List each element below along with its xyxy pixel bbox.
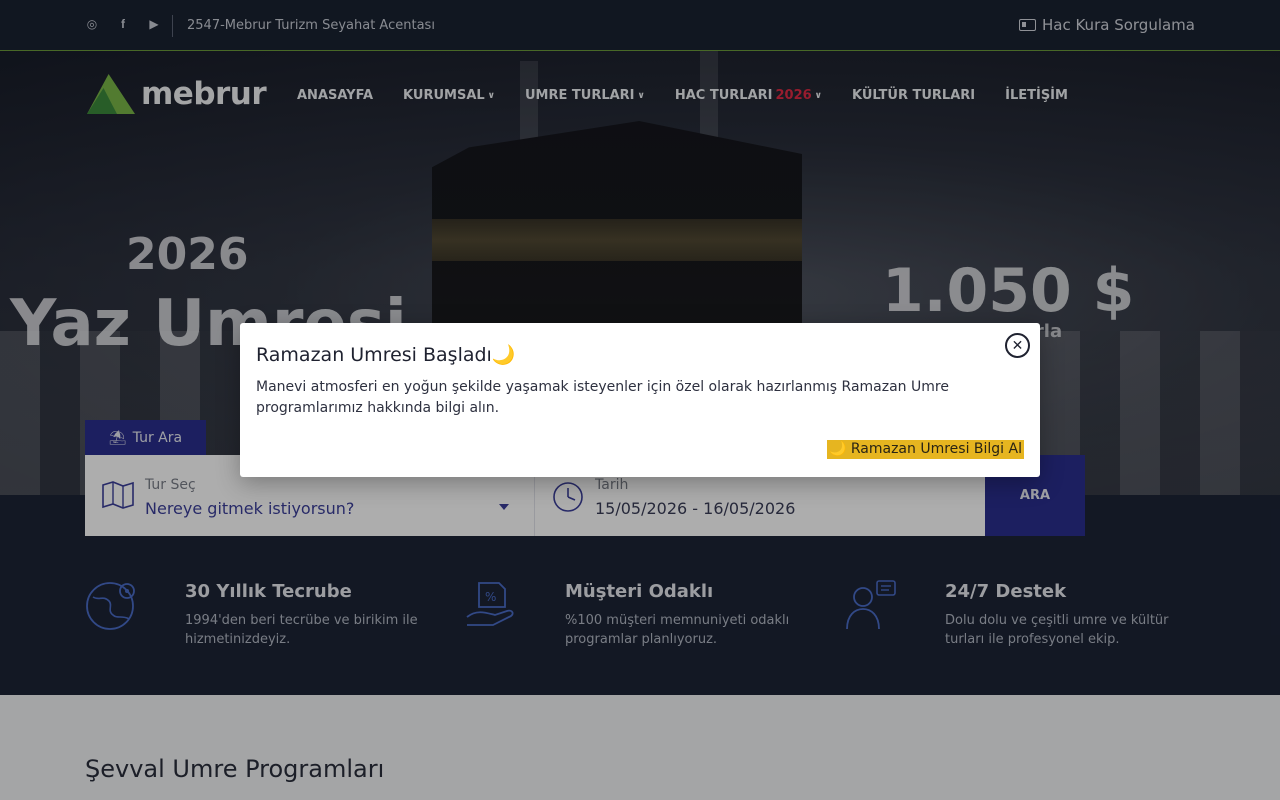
close-icon[interactable]: ✕	[1005, 333, 1030, 358]
ramadan-info-button[interactable]: 🌙 Ramazan Umresi Bilgi Al	[826, 440, 1024, 459]
ramadan-popup: Ramazan Umresi Başladı🌙 ✕ Manevi atmosfe…	[240, 323, 1040, 477]
popup-body: Manevi atmosferi en yoğun şekilde yaşama…	[256, 379, 949, 416]
popup-title: Ramazan Umresi Başladı🌙	[256, 344, 516, 366]
